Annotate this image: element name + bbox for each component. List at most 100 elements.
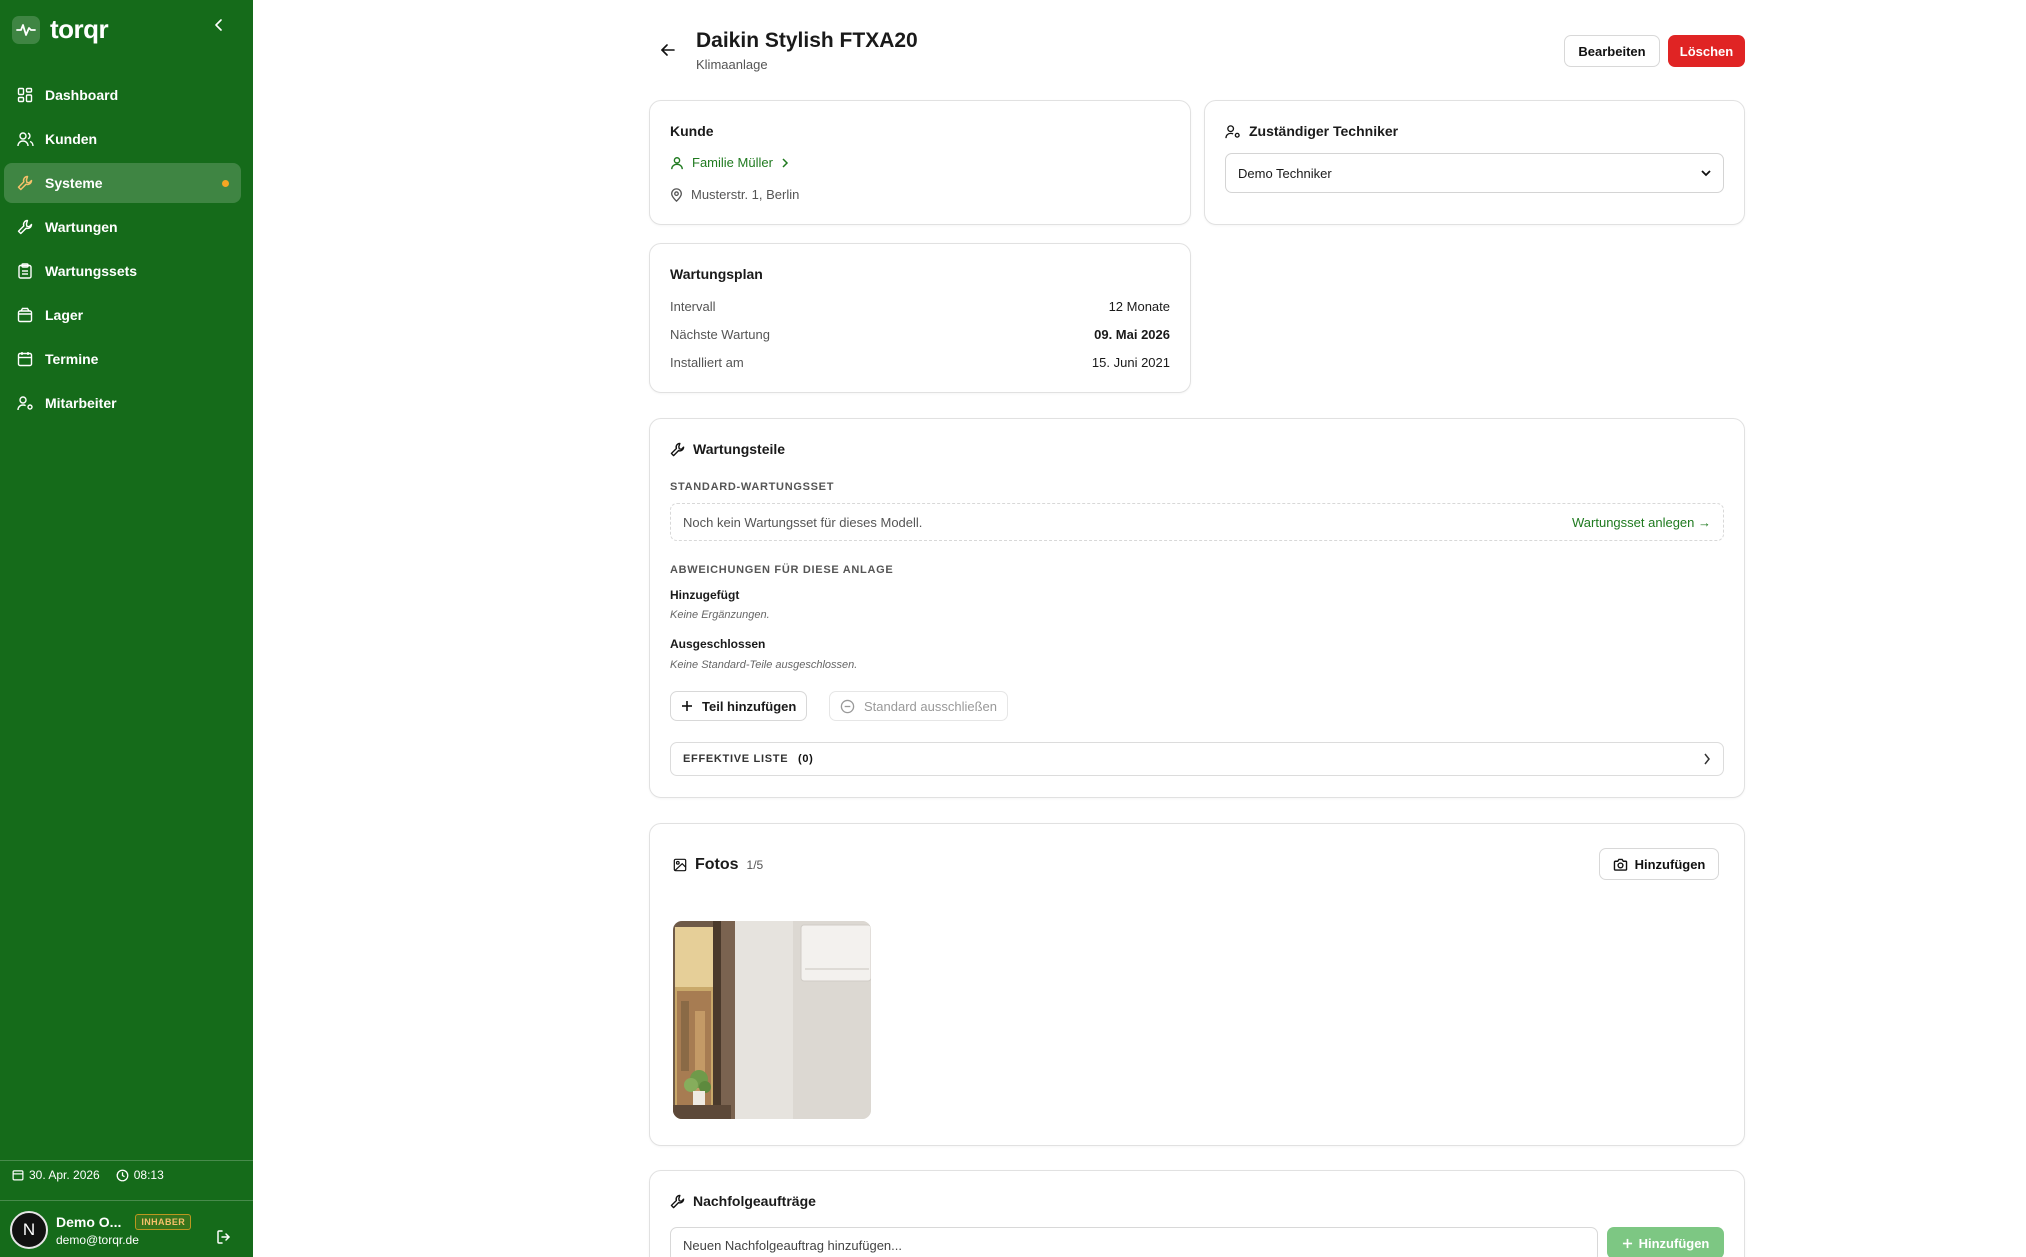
current-time: 08:13 [133, 1168, 164, 1182]
card-heading: Nachfolgeaufträge [693, 1193, 816, 1209]
photo-count: 1/5 [746, 858, 764, 872]
add-photo-label: Hinzufügen [1634, 856, 1706, 872]
customer-link[interactable]: Familie Müller [670, 155, 789, 170]
plan-label: Installiert am [670, 355, 744, 370]
wrench-icon [16, 174, 34, 192]
active-indicator-dot [222, 180, 229, 187]
logout-button[interactable] [214, 1227, 234, 1247]
user-name: Demo O... [56, 1213, 122, 1230]
role-badge: INHABER [135, 1213, 192, 1230]
exclude-standard-button[interactable]: Standard ausschließen [829, 691, 1008, 721]
card-heading-row: Wartungsteile [670, 441, 785, 457]
technician-card: Zuständiger Techniker Demo Techniker [1204, 100, 1745, 225]
add-part-button[interactable]: Teil hinzufügen [670, 691, 808, 721]
card-heading: Wartungsplan [670, 266, 763, 282]
plan-row: Installiert am 15. Juni 2021 [670, 355, 1170, 370]
app-logo[interactable]: torqr [12, 14, 109, 45]
card-heading: Fotos [695, 856, 739, 873]
followups-card: Nachfolgeaufträge Hinzufügen [649, 1170, 1745, 1257]
chevron-right-icon [782, 157, 788, 168]
technician-select[interactable]: Demo Techniker [1225, 153, 1724, 193]
create-set-link[interactable]: Wartungsset anlegen → [1572, 515, 1711, 530]
user-cog-icon [1225, 124, 1240, 138]
followup-input[interactable] [670, 1227, 1598, 1257]
sidebar-item-label: Mitarbeiter [45, 395, 117, 411]
back-button[interactable] [656, 38, 680, 62]
sidebar-divider [0, 1200, 253, 1201]
customer-address: Musterstr. 1, Berlin [691, 187, 800, 202]
user-email: demo@torqr.de [56, 1232, 139, 1247]
image-icon [673, 858, 687, 872]
add-followup-button[interactable]: Hinzufügen [1607, 1227, 1724, 1257]
sidebar-nav: Dashboard Kunden Systeme Wartungen Wartu… [4, 75, 241, 427]
added-empty-text: Keine Ergänzungen. [670, 609, 770, 621]
sidebar-item-label: Kunden [45, 131, 98, 147]
excluded-empty-text: Keine Standard-Teile ausgeschlossen. [670, 659, 858, 671]
wrench-icon [16, 218, 34, 236]
sidebar-item-label: Lager [45, 307, 84, 323]
current-date: 30. Apr. 2026 [29, 1168, 100, 1182]
plan-value: 15. Juni 2021 [1091, 355, 1170, 370]
date-display: 30. Apr. 2026 [12, 1168, 100, 1182]
excluded-heading: Ausgeschlossen [670, 637, 766, 651]
app-name: torqr [50, 14, 109, 44]
minus-circle-icon [840, 699, 855, 713]
effective-list-toggle[interactable]: EFFEKTIVE LISTE (0) [670, 742, 1724, 776]
photos-card: Fotos 1/5 Hinzufügen [649, 823, 1745, 1146]
card-heading-row: Nachfolgeaufträge [670, 1193, 816, 1209]
added-heading: Hinzugefügt [670, 588, 740, 602]
sidebar-divider [0, 1160, 253, 1161]
maintenance-parts-card: Wartungsteile STANDARD-WARTUNGSSET Noch … [649, 418, 1745, 798]
sidebar-datetime: 30. Apr. 2026 08:13 [12, 1168, 180, 1182]
photo-thumbnail[interactable] [673, 921, 871, 1119]
sidebar-collapse-button[interactable] [210, 16, 228, 34]
empty-set-text: Noch kein Wartungsset für dieses Modell. [683, 514, 923, 530]
clipboard-icon [16, 262, 34, 280]
sidebar-item-systeme[interactable]: Systeme [4, 163, 241, 203]
wrench-icon [670, 442, 685, 456]
customer-address-row: Musterstr. 1, Berlin [670, 187, 799, 202]
effective-list-text: EFFEKTIVE LISTE (0) [683, 753, 814, 765]
calendar-icon [16, 350, 34, 368]
users-icon [16, 130, 34, 148]
customer-name: Familie Müller [692, 155, 773, 170]
sidebar-item-termine[interactable]: Termine [4, 339, 241, 379]
maintenance-plan-card: Wartungsplan Intervall 12 Monate Nächste… [649, 243, 1191, 393]
technician-selected: Demo Techniker [1238, 165, 1332, 181]
page-subtitle: Klimaanlage [696, 57, 768, 72]
sidebar-item-label: Dashboard [45, 87, 119, 103]
chevron-right-icon [1704, 753, 1710, 765]
sidebar: torqr Dashboard Kunden Systeme Wartungen… [0, 0, 253, 1257]
plan-label: Nächste Wartung [670, 327, 770, 342]
plan-row: Intervall 12 Monate [670, 299, 1170, 314]
sidebar-item-label: Systeme [45, 175, 103, 191]
wrench-icon [670, 1194, 685, 1208]
grid-icon [16, 86, 34, 104]
standard-set-box: Noch kein Wartungsset für dieses Modell.… [670, 503, 1724, 541]
calendar-icon [12, 1170, 24, 1181]
plan-value: 09. Mai 2026 [1094, 327, 1170, 342]
sidebar-item-dashboard[interactable]: Dashboard [4, 75, 241, 115]
main-content: Daikin Stylish FTXA20 Klimaanlage Bearbe… [253, 0, 2026, 1257]
add-part-label: Teil hinzufügen [702, 698, 797, 714]
clock-icon [116, 1169, 129, 1181]
logout-icon [217, 1230, 230, 1244]
card-heading-row: Zuständiger Techniker [1225, 123, 1398, 139]
sidebar-item-label: Wartungssets [45, 263, 138, 279]
sidebar-item-lager[interactable]: Lager [4, 295, 241, 335]
sidebar-item-label: Wartungen [45, 219, 118, 235]
plus-icon [682, 701, 692, 711]
delete-button[interactable]: Löschen [1668, 35, 1745, 67]
edit-button[interactable]: Bearbeiten [1564, 35, 1660, 67]
sidebar-item-wartungen[interactable]: Wartungen [4, 207, 241, 247]
plus-icon [1622, 1238, 1632, 1248]
add-photo-button[interactable]: Hinzufügen [1599, 848, 1719, 880]
plan-value: 12 Monate [1108, 299, 1170, 314]
user-profile[interactable]: N Demo O... INHABER demo@torqr.de [10, 1211, 206, 1249]
exclude-standard-label: Standard ausschließen [864, 698, 997, 714]
card-heading: Kunde [670, 123, 714, 139]
chevron-down-icon [1701, 169, 1711, 176]
sidebar-item-wartungssets[interactable]: Wartungssets [4, 251, 241, 291]
sidebar-item-kunden[interactable]: Kunden [4, 119, 241, 159]
sidebar-item-mitarbeiter[interactable]: Mitarbeiter [4, 383, 241, 423]
